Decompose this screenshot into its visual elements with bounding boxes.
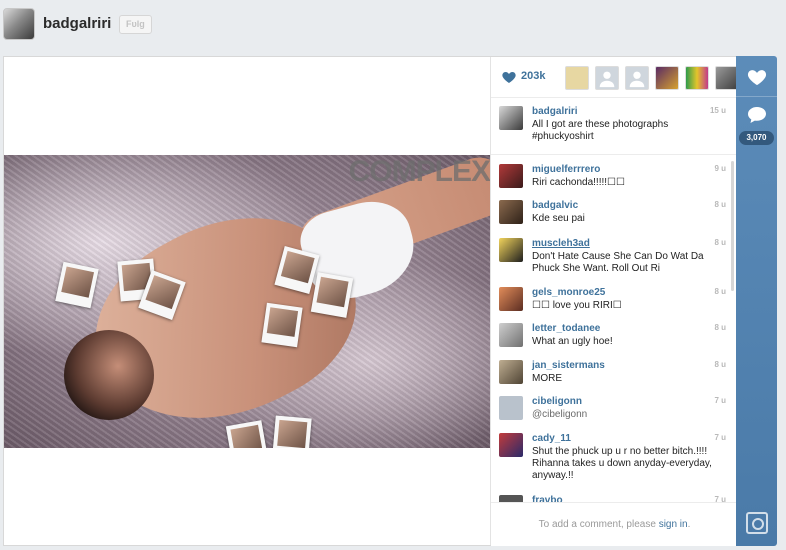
avatar[interactable] <box>499 396 523 420</box>
comment-text: Riri cachonda!!!!!☐☐ <box>532 177 625 188</box>
profile-header: badgalriri Fυlg <box>0 0 786 52</box>
divider <box>491 154 738 155</box>
comment-time: 8 u <box>714 200 726 209</box>
comment-time: 7 u <box>714 396 726 405</box>
caption-text: All I got are these photographs #phuckyo… <box>532 119 669 142</box>
comment-text: Kde seu pai <box>532 213 585 224</box>
comment-count-badge: 3,070 <box>739 131 774 145</box>
post-card: COMPLEX 203k badgalriri 15 u All I got a… <box>3 56 739 546</box>
likes-count[interactable]: 203k <box>521 70 545 82</box>
comment-text: What an ugly hoe! <box>532 336 613 347</box>
default-user-icon <box>599 71 615 88</box>
comment-text: Don't Hate Cause She Can Do Wat Da Phuck… <box>532 251 704 274</box>
comment-username[interactable]: jan_sistermans <box>532 360 605 371</box>
liker-avatar[interactable] <box>655 66 679 90</box>
avatar[interactable] <box>499 323 523 347</box>
polaroid <box>272 415 312 448</box>
comment-username[interactable]: miguelferrrero <box>532 164 600 175</box>
liker-avatar[interactable] <box>625 66 649 90</box>
caption: badgalriri 15 u All I got are these phot… <box>499 106 734 146</box>
comment-time: 8 u <box>714 238 726 247</box>
comment-time: 8 u <box>714 287 726 296</box>
comment-text: MORE <box>532 373 562 384</box>
avatar[interactable] <box>499 164 523 188</box>
comment-username[interactable]: muscleh3ad <box>532 238 590 249</box>
polaroid <box>261 302 303 348</box>
comment-username[interactable]: letter_todanee <box>532 323 600 334</box>
photo-area: COMPLEX <box>4 57 490 545</box>
login-link[interactable]: sign in <box>659 519 688 530</box>
post-photo[interactable]: COMPLEX <box>4 155 490 448</box>
avatar[interactable] <box>499 238 523 262</box>
comment-time: 8 u <box>714 360 726 369</box>
avatar[interactable] <box>499 106 523 130</box>
action-rail: 3,070 <box>736 56 777 546</box>
caption-username[interactable]: badgalriri <box>532 106 578 117</box>
avatar[interactable] <box>499 287 523 311</box>
comments-sidebar: 203k badgalriri 15 u All I got are these… <box>490 57 739 546</box>
liker-avatar[interactable] <box>685 66 709 90</box>
profile-username[interactable]: badgalriri <box>43 15 111 32</box>
comment-time: 7 u <box>714 433 726 442</box>
comment-time: 8 u <box>714 323 726 332</box>
avatar[interactable] <box>499 200 523 224</box>
comment-text: ☐☐ love you RIRI☐ <box>532 300 622 311</box>
add-comment-text: To add a comment, please <box>538 519 656 530</box>
likes-row: 203k <box>491 57 739 98</box>
comment-username[interactable]: gels_monroe25 <box>532 287 605 298</box>
add-comment-prompt: To add a comment, please sign in. <box>491 502 738 546</box>
polaroid <box>225 420 269 448</box>
comment-username[interactable]: badgalvic <box>532 200 578 211</box>
magazine-logo: COMPLEX <box>348 155 490 188</box>
divider <box>736 96 777 97</box>
avatar[interactable] <box>499 360 523 384</box>
default-user-icon <box>629 71 645 88</box>
photo-figure-head <box>64 330 154 420</box>
liker-avatar[interactable] <box>595 66 619 90</box>
comment-username[interactable]: cibeligonn <box>532 396 582 407</box>
avatar[interactable] <box>499 433 523 457</box>
polaroid <box>310 272 354 318</box>
liker-avatar[interactable] <box>565 66 589 90</box>
follow-button[interactable]: Fυlg <box>119 15 152 34</box>
comments-scrollbar[interactable] <box>731 161 734 291</box>
comment-time: 9 u <box>714 164 726 173</box>
comment-text: @cibeligonn <box>532 409 588 420</box>
caption-time: 15 u <box>709 106 726 115</box>
comment-username[interactable]: cady_11 <box>532 433 571 444</box>
comment-bubble-icon[interactable] <box>747 106 767 124</box>
comment-text: Shut the phuck up u r no better bitch.!!… <box>532 446 712 481</box>
like-heart-icon[interactable] <box>746 66 768 86</box>
instagram-icon[interactable] <box>746 512 768 534</box>
avatar[interactable] <box>3 8 35 40</box>
heart-icon[interactable] <box>501 69 517 85</box>
add-comment-suffix: . <box>687 519 691 530</box>
